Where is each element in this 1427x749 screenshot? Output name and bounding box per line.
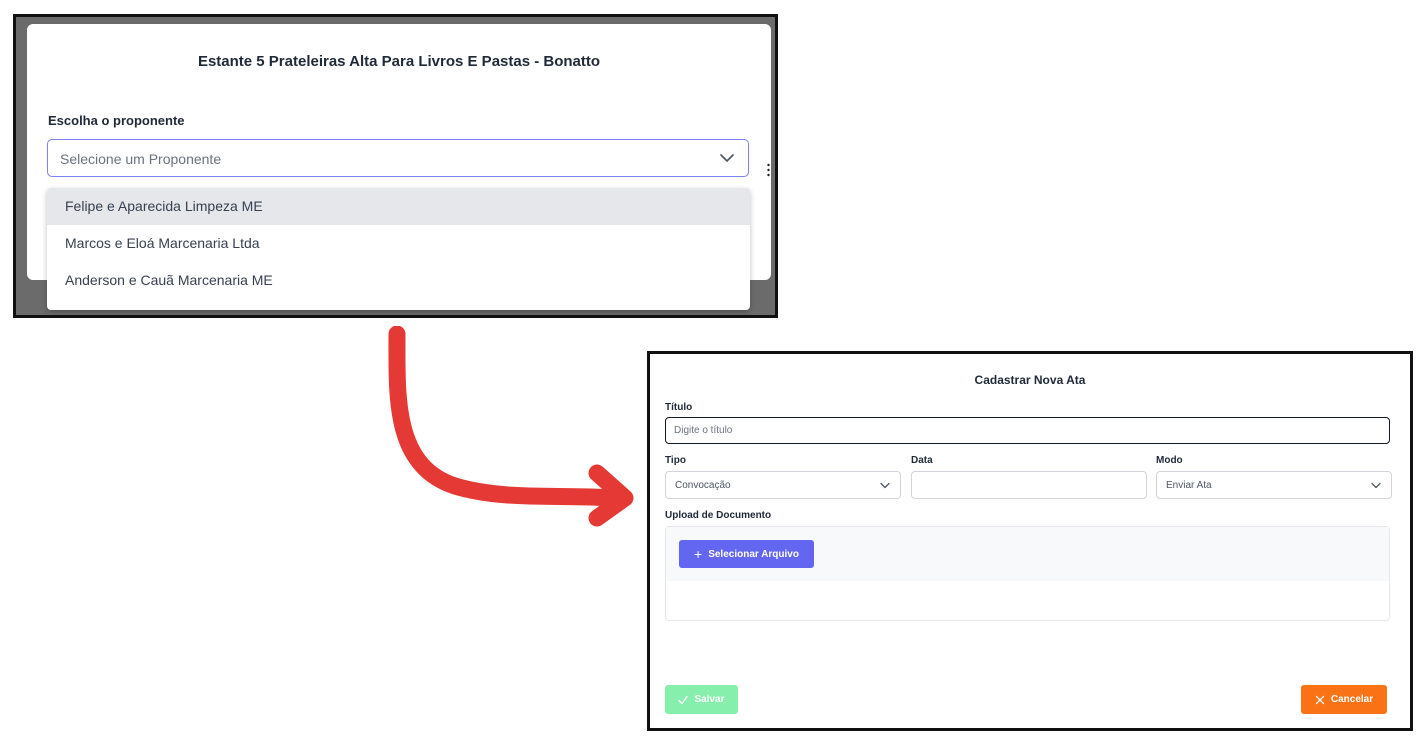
check-icon	[678, 695, 689, 704]
proponent-select-placeholder: Selecione um Proponente	[60, 151, 222, 167]
proponent-option[interactable]: Anderson e Cauã Marcenaria ME	[47, 262, 750, 299]
save-label: Salvar	[694, 694, 725, 705]
chevron-down-icon	[720, 154, 734, 162]
proponent-option[interactable]: Marcos e Eloá Marcenaria Ltda	[47, 225, 750, 262]
curved-arrow-icon	[388, 326, 634, 527]
modal-title: Estante 5 Prateleiras Alta Para Livros E…	[197, 53, 601, 70]
tipo-select-value: Convocação	[675, 480, 731, 491]
select-file-label: Selecionar Arquivo	[708, 548, 799, 560]
modo-label: Modo	[1156, 455, 1183, 466]
data-label: Data	[911, 455, 933, 466]
modo-select[interactable]: Enviar Ata	[1156, 471, 1392, 499]
form-title: Cadastrar Nova Ata	[974, 373, 1086, 387]
select-file-button[interactable]: + Selecionar Arquivo	[679, 540, 814, 568]
scrollbar-handle-icon	[767, 163, 770, 177]
chevron-down-icon	[880, 482, 890, 489]
cancel-label: Cancelar	[1330, 694, 1374, 705]
plus-icon: +	[694, 546, 703, 562]
cancel-button[interactable]: Cancelar	[1301, 685, 1387, 714]
titulo-input[interactable]	[665, 417, 1390, 444]
data-input[interactable]	[911, 471, 1147, 499]
modo-select-value: Enviar Ata	[1166, 480, 1212, 491]
tipo-label: Tipo	[665, 455, 686, 466]
upload-dropzone[interactable]: + Selecionar Arquivo	[665, 526, 1390, 621]
proponent-option[interactable]: Felipe e Aparecida Limpeza ME	[47, 188, 750, 225]
save-button[interactable]: Salvar	[665, 685, 738, 714]
proponent-select[interactable]: Selecione um Proponente	[47, 139, 749, 177]
proponent-dropdown-list: Felipe e Aparecida Limpeza ME Marcos e E…	[47, 188, 750, 310]
proponent-label: Escolha o proponente	[48, 113, 185, 128]
titulo-label: Título	[665, 402, 693, 413]
tipo-select[interactable]: Convocação	[665, 471, 901, 499]
proponent-screenshot-panel: Estante 5 Prateleiras Alta Para Livros E…	[13, 14, 778, 318]
upload-label: Upload de Documento	[665, 510, 772, 521]
ata-form-screenshot-panel: Cadastrar Nova Ata Título Tipo Convocaçã…	[647, 351, 1413, 731]
chevron-down-icon	[1371, 482, 1381, 489]
close-icon	[1315, 695, 1325, 704]
